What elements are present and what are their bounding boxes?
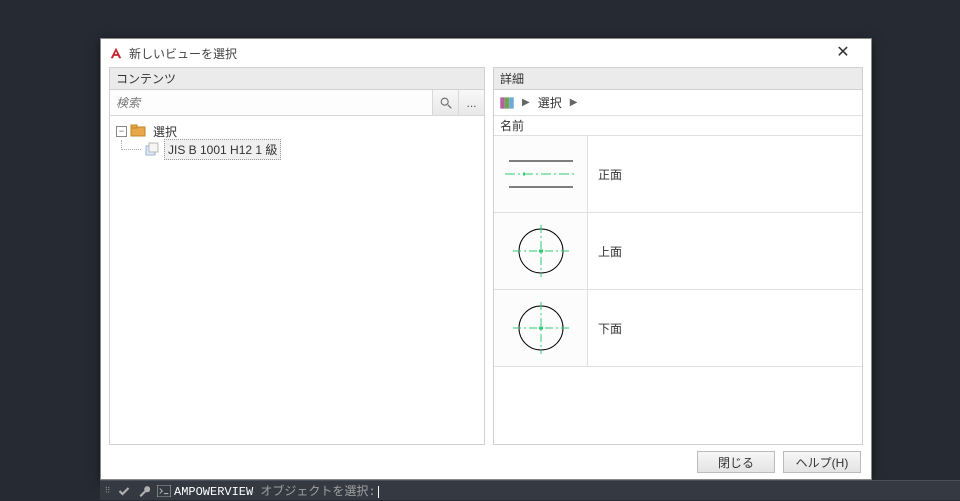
folder-icon [130,123,146,139]
dialog-body: コンテンツ ... − [101,67,871,445]
command-text[interactable]: AMPOWERVIEW オブジェクトを選択: [174,482,960,499]
close-dialog-button[interactable]: 閉じる [697,451,775,473]
button-bar: 閉じる ヘルプ(H) [101,445,871,479]
tree-connector [121,140,141,150]
titlebar[interactable]: 新しいビューを選択 ✕ [101,39,871,67]
search-more-button[interactable]: ... [458,90,484,115]
breadcrumb[interactable]: ▶ 選択 ▶ [494,90,862,116]
view-thumb-top [494,213,588,289]
content-panel-header: コンテンツ [110,68,484,90]
view-name-label: 下面 [588,290,862,366]
tree-root-row[interactable]: − 選択 [114,122,480,140]
view-row-top[interactable]: 上面 [494,213,862,290]
view-row-bottom[interactable]: 下面 [494,290,862,367]
view-thumb-front [494,136,588,212]
chevron-right-icon[interactable]: ▶ [570,97,578,108]
tree-child-label: JIS B 1001 H12 1 級 [164,139,281,160]
expand-toggle[interactable]: − [116,126,127,137]
breadcrumb-root-icon [498,94,516,112]
command-name: AMPOWERVIEW [174,485,253,499]
name-column-header[interactable]: 名前 [494,116,862,136]
command-line[interactable]: ⠿ AMPOWERVIEW オブジェクトを選択: [100,480,960,500]
drag-handle-icon[interactable]: ⠿ [100,481,114,501]
content-panel: コンテンツ ... − [109,67,485,445]
help-button[interactable]: ヘルプ(H) [783,451,861,473]
autocad-logo-icon [109,46,123,60]
tree-child-row[interactable]: JIS B 1001 H12 1 級 [114,140,480,158]
content-tree[interactable]: − 選択 [110,116,484,444]
view-list[interactable]: 正面 上面 [494,136,862,444]
chevron-right-icon[interactable]: ▶ [522,97,530,108]
search-button[interactable] [432,90,458,115]
detail-panel: 詳細 ▶ 選択 ▶ 名前 [493,67,863,445]
view-name-label: 上面 [588,213,862,289]
select-new-view-dialog: 新しいビューを選択 ✕ コンテンツ ... − [100,38,872,480]
detail-panel-header: 詳細 [494,68,862,90]
part-icon [144,141,160,157]
close-button[interactable]: ✕ [823,39,863,67]
view-row-front[interactable]: 正面 [494,136,862,213]
view-name-label: 正面 [588,136,862,212]
command-prompt: オブジェクトを選択: [253,485,375,499]
caret-icon [378,486,379,498]
dialog-title: 新しいビューを選択 [129,45,823,62]
breadcrumb-item[interactable]: 選択 [536,94,564,111]
search-row: ... [110,90,484,116]
view-thumb-bottom [494,290,588,366]
customize-icon[interactable] [114,485,134,497]
magnifier-icon [439,96,453,110]
prompt-icon[interactable] [154,485,174,497]
wrench-icon[interactable] [134,485,154,497]
search-input[interactable] [110,90,432,115]
